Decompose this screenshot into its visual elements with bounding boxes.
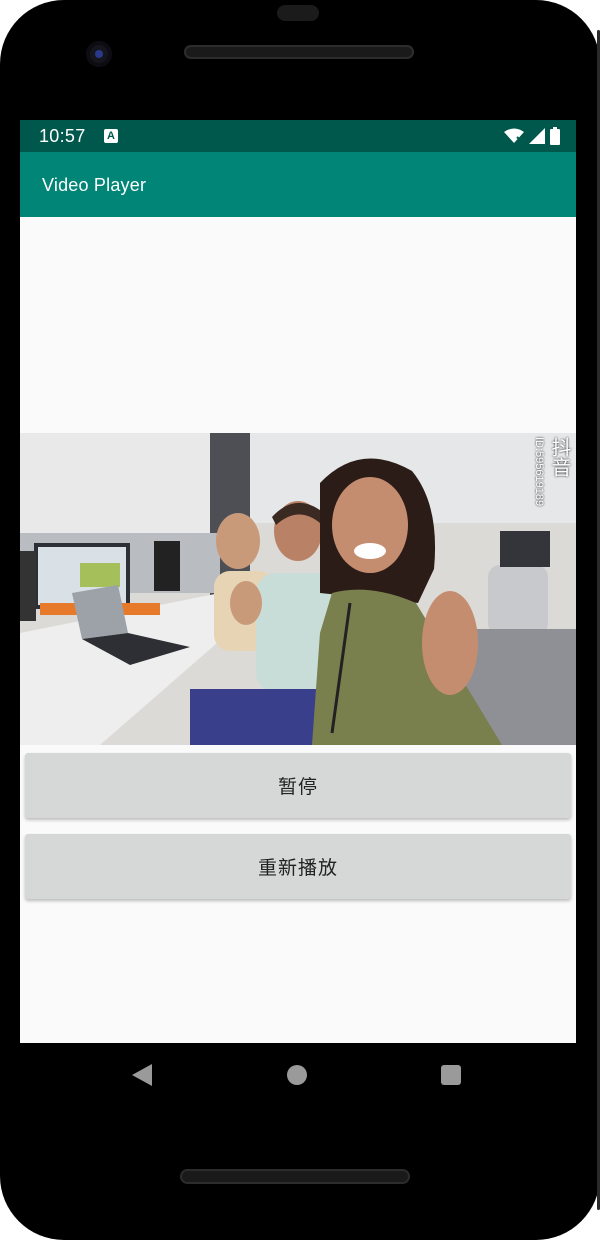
status-bar: 10:57 A — [20, 120, 576, 152]
back-icon[interactable] — [132, 1064, 152, 1086]
navigation-bar — [0, 1043, 600, 1113]
bottom-speaker — [180, 1169, 410, 1184]
video-watermark: 抖音 ID:595619189 — [533, 437, 574, 517]
video-view[interactable]: 抖音 ID:595619189 — [20, 433, 576, 745]
a-icon: A — [104, 129, 118, 143]
signal-icon — [529, 128, 545, 144]
battery-icon — [550, 127, 560, 145]
app-title: Video Player — [42, 175, 147, 195]
phone-frame: 10:57 A Video Player 抖音 ID:595619189 暂停 … — [0, 0, 600, 1240]
replay-button[interactable]: 重新播放 — [25, 834, 571, 899]
phone-edge — [597, 30, 600, 1210]
front-camera — [86, 41, 112, 67]
app-bar: Video Player — [20, 152, 576, 217]
watermark-id: ID:595619189 — [533, 437, 545, 507]
earpiece-speaker — [184, 45, 414, 59]
home-icon[interactable] — [287, 1065, 307, 1085]
video-frame — [20, 433, 576, 745]
screen: 10:57 A Video Player 抖音 ID:595619189 暂停 … — [20, 120, 576, 1043]
watermark-app: 抖音 — [548, 437, 570, 477]
recents-icon[interactable] — [441, 1065, 461, 1085]
status-time: 10:57 — [39, 126, 86, 146]
pause-button[interactable]: 暂停 — [25, 753, 571, 818]
wifi-icon — [504, 128, 524, 143]
status-icons — [504, 127, 560, 145]
top-sensor — [277, 5, 319, 21]
